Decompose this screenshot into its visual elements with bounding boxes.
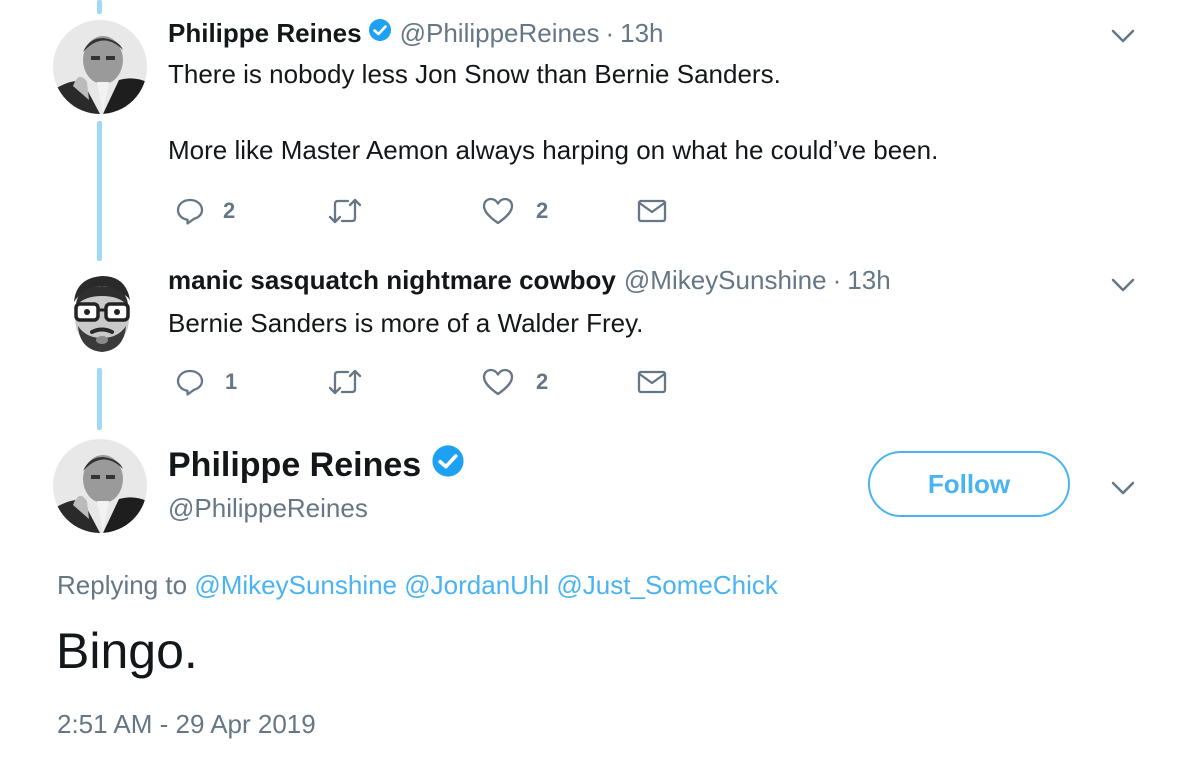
retweet-icon [328, 369, 362, 395]
mention-link[interactable]: @JordanUhl [404, 570, 549, 600]
heart-icon [482, 197, 514, 225]
tweet-2-text-line-1: Bernie Sanders is more of a Walder Frey. [168, 308, 644, 338]
tweet-1-like-button[interactable]: 2 [482, 196, 548, 226]
retweet-icon [328, 198, 362, 224]
tweet-2-message-button[interactable] [637, 368, 667, 396]
heart-icon [482, 368, 514, 396]
tweet-1-reply-count: 2 [223, 198, 236, 223]
replying-to-label: Replying to [57, 570, 188, 600]
avatar-philippe-reines[interactable] [53, 20, 147, 114]
tweet-2-like-count: 2 [536, 369, 549, 394]
tweet-2-chevron-down-icon[interactable] [1109, 275, 1137, 295]
mention-link[interactable]: @MikeySunshine [194, 570, 397, 600]
avatar-philippe-reines-main[interactable] [53, 439, 147, 533]
replying-to-line: Replying to @MikeySunshine @JordanUhl @J… [57, 570, 778, 601]
tweet-1-author-name[interactable]: Philippe Reines [168, 18, 362, 49]
separator-dot: · [832, 265, 842, 295]
tweet-1-chevron-down-icon[interactable] [1109, 26, 1137, 46]
follow-button[interactable]: Follow [868, 451, 1070, 517]
reply-icon [176, 369, 204, 396]
tweet-2-author-name[interactable]: manic sasquatch nightmare cowboy [168, 265, 616, 296]
reply-icon [176, 198, 204, 225]
tweet-2-reply-button[interactable]: 1 [175, 367, 237, 397]
tweet-2-like-button[interactable]: 2 [482, 367, 548, 397]
envelope-icon [637, 199, 667, 223]
main-tweet-author-name[interactable]: Philippe Reines [168, 446, 421, 485]
tweet-1-retweet-button[interactable] [328, 196, 362, 226]
verified-badge-icon [368, 18, 392, 49]
tweet-2-retweet-button[interactable] [328, 367, 362, 397]
mention-link[interactable]: @Just_SomeChick [556, 570, 777, 600]
main-tweet-chevron-down-icon[interactable] [1109, 478, 1137, 498]
tweet-2-handle[interactable]: @MikeySunshine [624, 265, 827, 296]
thread-line-top [97, 0, 102, 14]
main-tweet-text: Bingo. [56, 623, 198, 679]
tweet-1-text-line-2: More like Master Aemon always harping on… [168, 135, 939, 165]
tweet-1-handle[interactable]: @PhilippeReines [400, 18, 600, 49]
tweet-1-time[interactable]: 13h [620, 18, 663, 49]
main-tweet-author-header: Philippe Reines [168, 444, 465, 487]
tweet-2-header: manic sasquatch nightmare cowboy @MikeyS… [168, 265, 891, 296]
main-tweet-timestamp[interactable]: 2:51 AM - 29 Apr 2019 [57, 709, 316, 740]
thread-line-1 [97, 121, 102, 261]
tweet-1-reply-button[interactable]: 2 [175, 196, 235, 226]
tweet-1-message-button[interactable] [637, 197, 667, 225]
main-tweet-handle[interactable]: @PhilippeReines [168, 493, 368, 524]
separator-dot: · [605, 18, 615, 48]
thread-line-2 [97, 368, 102, 430]
avatar-mikey-sunshine[interactable] [54, 266, 148, 360]
tweet-2-reply-count: 1 [225, 369, 238, 394]
tweet-1-text-line-1: There is nobody less Jon Snow than Berni… [168, 59, 781, 89]
verified-badge-icon [431, 444, 465, 487]
tweet-1-header: Philippe Reines @PhilippeReines · 13h [168, 18, 664, 49]
tweet-1-like-count: 2 [536, 198, 549, 223]
tweet-2-time[interactable]: 13h [847, 265, 890, 296]
envelope-icon [637, 370, 667, 394]
